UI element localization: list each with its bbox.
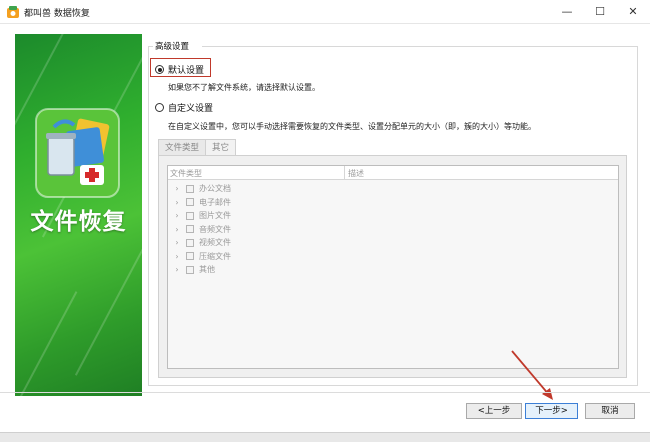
default-settings-hint: 如果您不了解文件系统，请选择默认设置。 bbox=[168, 83, 320, 92]
tree-row-label: 视频文件 bbox=[199, 238, 231, 247]
tab-panel: 文件类型 描述 › 办公文档 › 电子邮件 › 图片文件 › 音频文件 › 视频… bbox=[158, 155, 627, 378]
tree-row[interactable]: › 办公文档 bbox=[168, 182, 231, 195]
chevron-right-icon[interactable]: › bbox=[172, 265, 182, 274]
maximize-button[interactable]: ☐ bbox=[585, 2, 615, 22]
chevron-right-icon[interactable]: › bbox=[172, 184, 182, 193]
window-title: 都叫兽 数据恢复 bbox=[24, 9, 90, 19]
row-checkbox[interactable] bbox=[186, 265, 194, 274]
chevron-right-icon[interactable]: › bbox=[172, 252, 182, 261]
row-checkbox[interactable] bbox=[186, 211, 194, 220]
footer-divider bbox=[0, 392, 650, 393]
chevron-right-icon[interactable]: › bbox=[172, 211, 182, 220]
tree-row-label: 其他 bbox=[199, 265, 215, 274]
custom-settings-radio[interactable]: 自定义设置 bbox=[155, 101, 213, 114]
file-type-grid: 文件类型 描述 › 办公文档 › 电子邮件 › 图片文件 › 音频文件 › 视频… bbox=[167, 165, 619, 369]
tree-row[interactable]: › 压缩文件 bbox=[168, 250, 231, 263]
settings-group-label: 高级设置 bbox=[155, 42, 190, 52]
row-checkbox[interactable] bbox=[186, 198, 194, 206]
chevron-right-icon[interactable]: › bbox=[172, 198, 182, 207]
default-settings-label: 默认设置 bbox=[168, 66, 205, 76]
radio-unchecked-icon bbox=[155, 103, 164, 112]
column-header-description: 描述 bbox=[348, 169, 364, 178]
cancel-button[interactable]: 取消 bbox=[585, 403, 635, 419]
tree-row[interactable]: › 其他 bbox=[168, 263, 215, 276]
column-header-file-type: 文件类型 bbox=[170, 169, 202, 178]
tree-row[interactable]: › 图片文件 bbox=[168, 209, 231, 222]
annotation-arrow-icon bbox=[511, 350, 553, 400]
tree-row[interactable]: › 音频文件 bbox=[168, 223, 231, 236]
tree-row[interactable]: › 电子邮件 bbox=[168, 196, 231, 209]
default-settings-radio[interactable]: 默认设置 bbox=[155, 63, 204, 76]
custom-settings-hint: 在自定义设置中，您可以手动选择需要恢复的文件类型、设置分配单元的大小（即，簇的大… bbox=[168, 122, 536, 131]
tree-row-label: 电子邮件 bbox=[199, 197, 231, 207]
radio-checked-icon bbox=[155, 65, 164, 74]
grid-header: 文件类型 描述 bbox=[168, 166, 618, 180]
tree-row-label: 办公文档 bbox=[199, 184, 231, 193]
tree-row-label: 压缩文件 bbox=[199, 251, 231, 261]
tab-file-types[interactable]: 文件类型 bbox=[158, 139, 207, 156]
chevron-right-icon[interactable]: › bbox=[172, 238, 182, 247]
tree-row-label: 图片文件 bbox=[199, 211, 231, 220]
minimize-button[interactable]: — bbox=[552, 2, 582, 22]
row-checkbox[interactable] bbox=[186, 238, 194, 247]
title-bar: 都叫兽 数据恢复 — ☐ ✕ bbox=[0, 0, 650, 24]
recycle-bin-folder-rescue-icon bbox=[35, 108, 120, 198]
row-checkbox[interactable] bbox=[186, 184, 194, 193]
custom-settings-label: 自定义设置 bbox=[168, 104, 214, 114]
close-button[interactable]: ✕ bbox=[618, 2, 648, 22]
sidebar-heading: 文件恢复 bbox=[30, 209, 127, 235]
tree-row[interactable]: › 视频文件 bbox=[168, 236, 231, 249]
next-step-button[interactable]: 下一步> bbox=[525, 403, 578, 419]
row-checkbox[interactable] bbox=[186, 225, 194, 233]
taskbar bbox=[0, 432, 650, 442]
row-checkbox[interactable] bbox=[186, 252, 194, 260]
previous-step-button[interactable]: <上一步 bbox=[466, 403, 522, 419]
tab-other[interactable]: 其它 bbox=[205, 139, 237, 156]
chevron-right-icon[interactable]: › bbox=[172, 225, 182, 234]
app-logo-icon bbox=[7, 6, 19, 18]
sidebar-banner: 文件恢复 bbox=[15, 34, 142, 396]
tree-row-label: 音频文件 bbox=[199, 224, 231, 234]
tab-bar: 文件类型 其它 bbox=[158, 139, 237, 156]
